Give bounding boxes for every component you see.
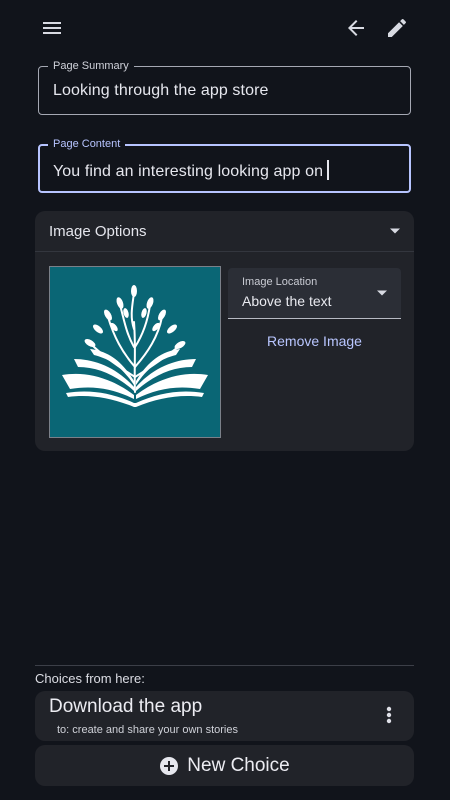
new-choice-button[interactable]: New Choice (35, 745, 414, 786)
image-options-header[interactable]: Image Options (35, 211, 414, 252)
choices-label: Choices from here: (35, 671, 145, 686)
choice-subtitle: to: create and share your own stories (57, 724, 238, 736)
chevron-down-icon[interactable] (375, 286, 389, 305)
top-app-bar (0, 0, 450, 56)
page-content-label: Page Content (48, 137, 126, 151)
hamburger-menu-icon[interactable] (34, 10, 70, 46)
add-circle-icon (159, 756, 179, 776)
image-location-label: Image Location (242, 276, 318, 288)
remove-image-button[interactable]: Remove Image (228, 326, 401, 356)
image-options-title: Image Options (49, 223, 147, 240)
more-vert-icon[interactable] (386, 706, 392, 729)
divider (35, 665, 414, 666)
chevron-down-icon[interactable] (388, 224, 402, 243)
page-summary-input[interactable]: Looking through the app store (53, 82, 269, 100)
open-book-tree-icon (62, 285, 208, 407)
new-choice-label: New Choice (187, 754, 290, 776)
pencil-icon[interactable] (379, 10, 415, 46)
image-location-select[interactable]: Image Location Above the text (228, 268, 401, 319)
choice-title: Download the app (49, 696, 203, 717)
image-location-value: Above the text (242, 293, 332, 309)
page-content-input[interactable]: You find an interesting looking app on (53, 163, 323, 180)
page-image[interactable] (49, 266, 221, 438)
page-content-input-wrap[interactable]: You find an interesting looking app on (53, 160, 330, 181)
page-summary-label: Page Summary (48, 59, 134, 73)
arrow-back-icon[interactable] (338, 10, 374, 46)
choice-item[interactable]: Download the app to: create and share yo… (35, 691, 414, 741)
image-options-card: Image Options Image Location Above the t… (35, 211, 414, 451)
text-cursor (327, 160, 330, 180)
page-content-field[interactable]: Page Content You find an interesting loo… (38, 137, 411, 193)
page-summary-field[interactable]: Page Summary Looking through the app sto… (38, 59, 411, 115)
